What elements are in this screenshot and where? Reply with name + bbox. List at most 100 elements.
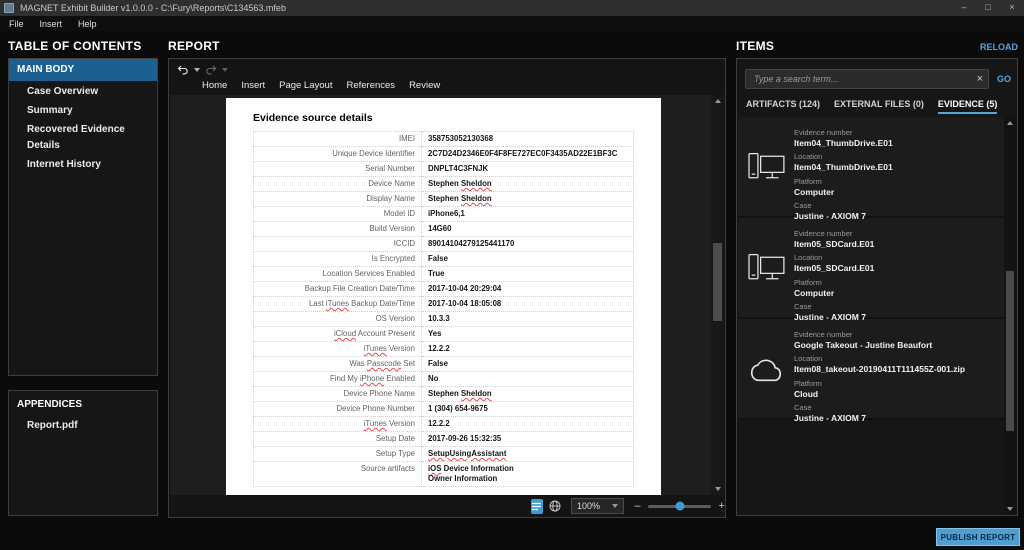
table-row: Find My iPhone Enabled No (253, 371, 634, 387)
zoom-slider[interactable] (648, 501, 711, 511)
table-row: iTunes Version 12.2.2 (253, 416, 634, 432)
evidence-item[interactable]: Evidence number Item04_ThumbDrive.E01 Loca… (738, 117, 1006, 222)
table-row: OS Version 10.3.3 (253, 311, 634, 327)
undo-dropdown-icon[interactable] (194, 68, 200, 72)
table-row: ICCID 89014104279125441170 (253, 236, 634, 252)
app-window: MAGNET Exhibit Builder v1.0.0.0 - C:\Fur… (0, 0, 1024, 550)
field-label: Platform (794, 277, 822, 287)
items-scrollbar[interactable] (1004, 117, 1016, 515)
toc-item-case-overview[interactable]: Case Overview (9, 84, 157, 100)
tab-references[interactable]: References (346, 80, 395, 91)
field-value: Item05_SDCard.E01 (794, 263, 875, 273)
evidence-item[interactable]: Evidence number Item05_SDCard.E01 Location… (738, 218, 1006, 323)
page-layout-view-icon[interactable] (531, 498, 543, 514)
evidence-fields: Evidence number Item04_ThumbDrive.E01 Loca… (794, 117, 893, 222)
publish-report-button[interactable]: PUBLISH REPORT (936, 528, 1020, 546)
scroll-up-icon[interactable] (714, 99, 721, 103)
zoom-level-dropdown[interactable]: 100% (570, 498, 625, 514)
toc-section-main-body[interactable]: MAIN BODY (9, 59, 157, 81)
table-row: Source artifacts iOS Device Information Ow… (253, 461, 634, 487)
menu-bar: File Insert Help (0, 16, 1024, 31)
document-scrollbar-thumb[interactable] (713, 243, 722, 321)
report-statusbar: 100% – + (169, 495, 725, 517)
toc-item-summary[interactable]: Summary (9, 103, 157, 119)
menu-file[interactable]: File (9, 19, 24, 29)
field-label: Evidence number (794, 228, 853, 238)
clear-search-icon[interactable]: × (977, 72, 983, 86)
app-icon (4, 3, 14, 13)
scroll-down-icon[interactable] (1007, 507, 1013, 511)
zoom-level-value: 100% (576, 501, 600, 511)
toc-header: TABLE OF CONTENTS (8, 39, 142, 53)
field-value: Item04_ThumbDrive.E01 (794, 162, 893, 172)
computer-icon (738, 117, 794, 216)
evidence-fields: Evidence number Item05_SDCard.E01 Location… (794, 218, 875, 323)
toc-item-report-pdf[interactable]: Report.pdf (9, 418, 157, 434)
field-label: Case (794, 403, 812, 412)
tab-evidence-5[interactable]: EVIDENCE (5) (937, 99, 998, 114)
field-label: Evidence number (794, 127, 853, 137)
maximize-button[interactable]: □ (976, 0, 1000, 16)
menu-help[interactable]: Help (78, 19, 97, 29)
items-scrollbar-thumb[interactable] (1006, 271, 1014, 431)
tab-insert[interactable]: Insert (241, 80, 265, 91)
field-value: Item08_takeout-20190411T111455Z-001.zip (794, 364, 966, 374)
table-row: Setup Type SetupUsingAssistant (253, 446, 634, 462)
minimize-button[interactable]: – (952, 0, 976, 16)
scroll-down-icon[interactable] (714, 487, 721, 491)
toc-item-recovered-evidence-details[interactable]: Recovered Evidence Details (9, 122, 157, 154)
menu-insert[interactable]: Insert (40, 19, 63, 29)
close-button[interactable]: × (1000, 0, 1024, 16)
toc-section-appendices[interactable]: APPENDICES (9, 395, 157, 415)
table-row: iCloud Account Present Yes (253, 326, 634, 342)
table-row: Build Version 14G60 (253, 221, 634, 237)
tab-home[interactable]: Home (202, 80, 227, 91)
redo-dropdown-icon[interactable] (222, 68, 228, 72)
field-value: Cloud (794, 388, 819, 399)
computer-icon (738, 218, 794, 317)
field-label: Evidence number (794, 329, 853, 339)
tab-page-layout[interactable]: Page Layout (279, 80, 332, 91)
tab-artifacts-124[interactable]: ARTIFACTS (124) (746, 99, 820, 114)
field-value: Google Takeout - Justine Beaufort (794, 339, 933, 350)
items-panel: × GO ARTIFACTS (124) EXTERNAL FILES (0) EV… (736, 58, 1018, 516)
document-page[interactable]: Evidence source details IMEI 358753052130… (226, 98, 661, 495)
table-row: Unique Device Identifier 2C7D24D2346E0F4F… (253, 146, 634, 162)
search-input[interactable] (745, 69, 989, 89)
field-label: Location (794, 253, 823, 262)
reload-link[interactable]: RELOAD (980, 42, 1018, 52)
toc-item-internet-history[interactable]: Internet History (9, 157, 157, 173)
undo-icon[interactable] (177, 65, 189, 75)
table-row: Location Services Enabled True (253, 266, 634, 282)
document-scrollbar[interactable] (711, 95, 724, 495)
items-header: ITEMS (736, 39, 775, 53)
ribbon-tabs: Home Insert Page Layout References Review (202, 80, 440, 91)
zoom-in-button[interactable]: + (719, 498, 725, 514)
field-label: Location (794, 152, 823, 161)
quick-access-toolbar (177, 63, 228, 77)
zoom-out-button[interactable]: – (634, 498, 640, 514)
field-value: Computer (794, 186, 835, 197)
search-go-button[interactable]: GO (997, 74, 1011, 84)
redo-icon[interactable] (205, 65, 217, 75)
tab-external-files-0[interactable]: EXTERNAL FILES (0) (834, 99, 924, 114)
table-row: Device Name Stephen Sheldon (253, 176, 634, 192)
title-bar: MAGNET Exhibit Builder v1.0.0.0 - C:\Fur… (0, 0, 1024, 16)
field-label: Case (794, 201, 812, 210)
table-row: Serial Number DNPLT4C3FNJK (253, 161, 634, 177)
table-row: Backup File Creation Date/Time 2017-10-04… (253, 281, 634, 297)
field-value: Justine - AXIOM 7 (794, 413, 866, 423)
tab-review[interactable]: Review (409, 80, 440, 91)
window-title: MAGNET Exhibit Builder v1.0.0.0 - C:\Fur… (20, 3, 286, 13)
table-row: Setup Date 2017-09-26 15:32:35 (253, 431, 634, 447)
zoom-slider-thumb[interactable] (675, 501, 684, 511)
table-row: Device Phone Number 1 (304) 654-9675 (253, 401, 634, 417)
field-value: Item04_ThumbDrive.E01 (794, 137, 893, 148)
table-row: Is Encrypted False (253, 251, 634, 267)
scroll-up-icon[interactable] (1007, 121, 1013, 125)
document-canvas: Evidence source details IMEI 358753052130… (170, 95, 713, 495)
web-view-icon[interactable] (549, 500, 561, 512)
report-panel: Home Insert Page Layout References Review Ev… (168, 58, 726, 518)
document-title: Evidence source details (253, 112, 373, 124)
evidence-item[interactable]: Evidence number Google Takeout - Justine … (738, 319, 1006, 423)
